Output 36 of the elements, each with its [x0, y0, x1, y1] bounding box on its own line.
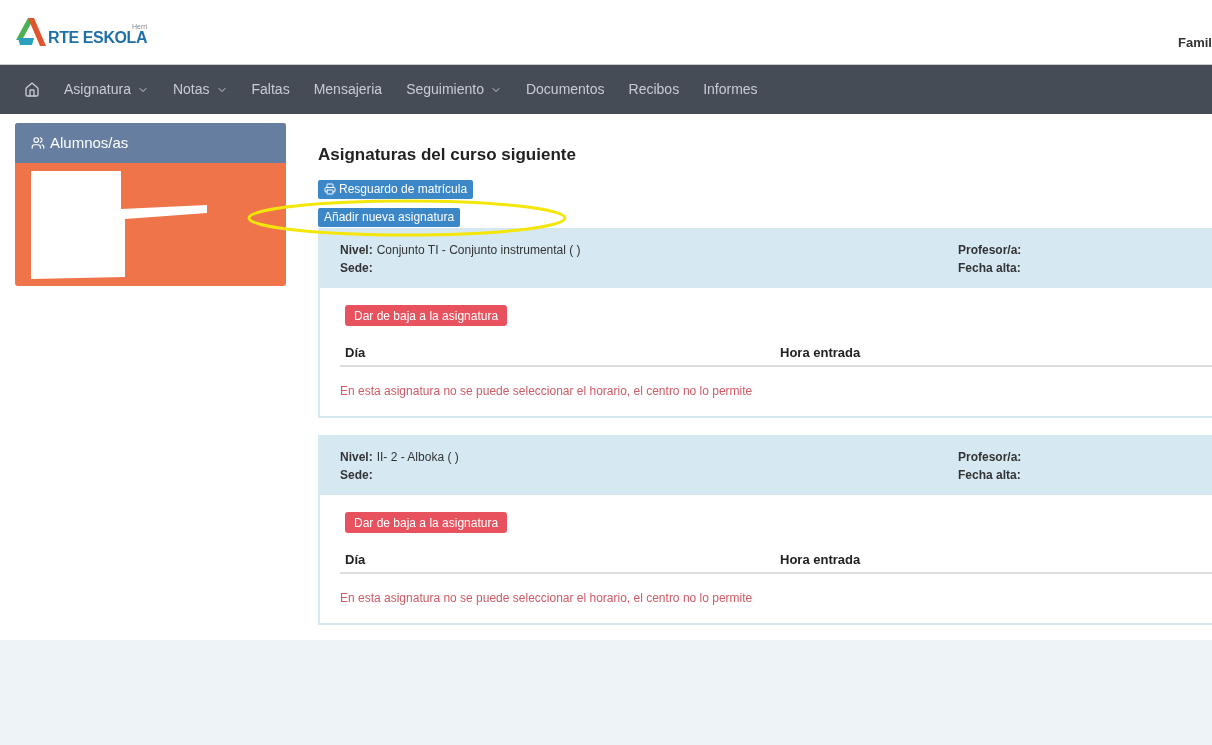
action-button[interactable]: Resguardo de matrícula: [318, 179, 474, 199]
nav-item[interactable]: Recibos: [628, 79, 680, 100]
info-message: En esta asignatura no se puede seleccionar el horario, el centro no lo permite: [340, 382, 754, 400]
card-title: Alumnos/as: [50, 132, 129, 153]
nav-item[interactable]: Informes: [703, 79, 758, 100]
users-icon: [31, 136, 45, 150]
user-name[interactable]: Famil: [1178, 33, 1212, 53]
nav-item[interactable]: Mensajeria: [313, 79, 383, 100]
field-label: Profesor/a:: [958, 448, 1022, 466]
logo-text: RTE ESKOLA: [48, 30, 148, 46]
nav-item[interactable]: Faltas: [251, 79, 290, 100]
nav-item[interactable]: Documentos: [525, 79, 605, 100]
drop-subject-button[interactable]: Dar de baja a la asignatura: [345, 512, 508, 533]
info-message: En esta asignatura no se puede seleccionar el horario, el centro no lo permite: [340, 589, 754, 607]
nav-item[interactable]: Seguimiento: [406, 79, 502, 100]
column-header: Hora entrada: [780, 550, 861, 569]
column-header: Hora entrada: [780, 343, 861, 362]
nav-item[interactable]: Asignatura: [64, 79, 149, 100]
field-label: Nivel:: [340, 241, 373, 259]
column-header: Día: [344, 343, 367, 362]
field-label: Profesor/a:: [958, 241, 1022, 259]
drop-subject-button[interactable]: Dar de baja a la asignatura: [345, 305, 508, 326]
nav-item[interactable]: Notas: [172, 79, 228, 100]
field-label: Nivel:: [340, 448, 373, 466]
logo-icon: [16, 18, 46, 46]
printer-icon: [324, 183, 336, 195]
field-label: Sede:: [340, 466, 374, 484]
column-header: Día: [344, 550, 367, 569]
field-label: Sede:: [340, 259, 374, 277]
page-title: Asignaturas del curso siguiente: [318, 144, 577, 166]
field-label: Fecha alta:: [958, 466, 1022, 484]
field-value: II- 2 - Alboka ( ): [376, 448, 459, 466]
home-icon[interactable]: [24, 81, 40, 98]
field-label: Fecha alta:: [958, 259, 1022, 277]
field-value: Conjunto TI - Conjunto instrumental ( ): [376, 241, 581, 259]
action-button[interactable]: Añadir nueva asignatura: [318, 207, 461, 227]
